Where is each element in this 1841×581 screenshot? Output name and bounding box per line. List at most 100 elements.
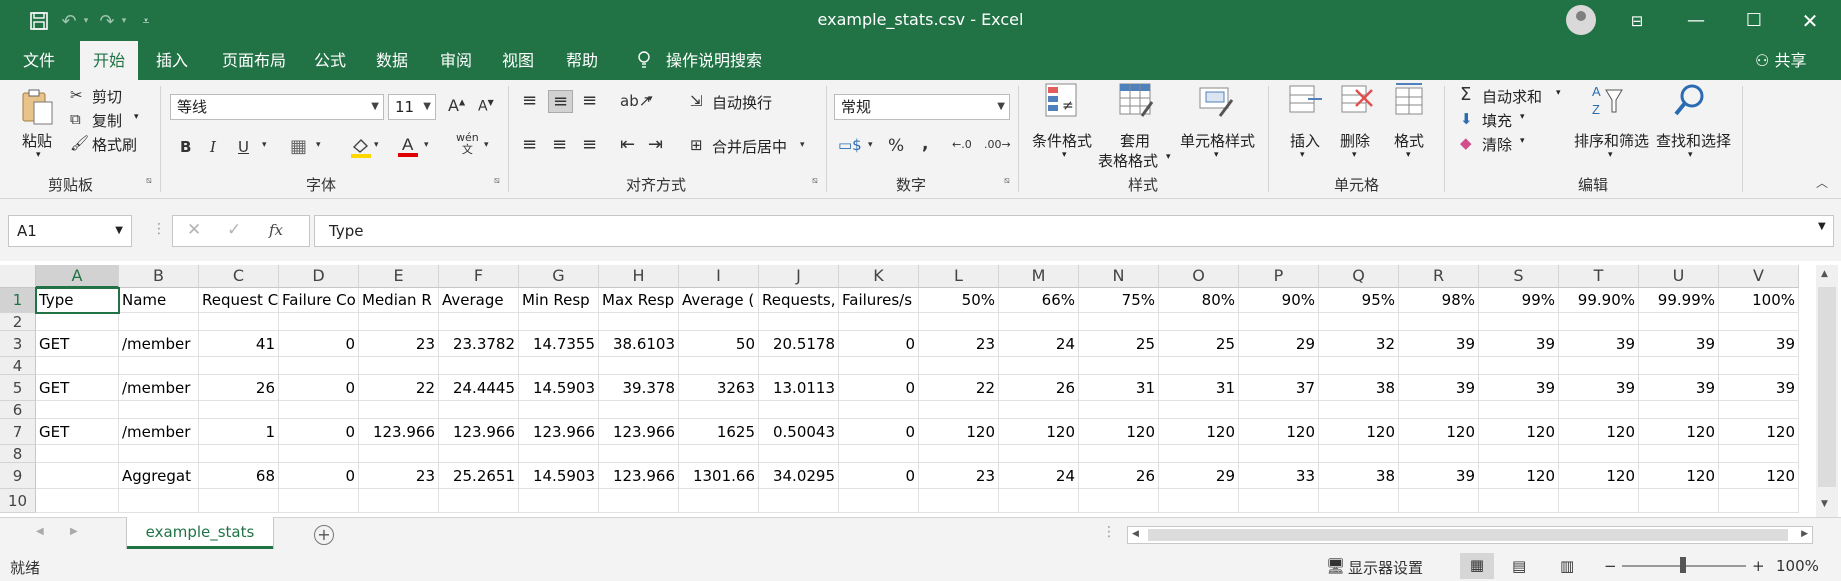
- cell-d5[interactable]: 0: [279, 375, 359, 401]
- find-select-dropdown-icon[interactable]: ▾: [1688, 150, 1693, 160]
- cell-n6[interactable]: [1079, 401, 1159, 419]
- format-as-table-icon[interactable]: [1118, 82, 1154, 120]
- cell-j2[interactable]: [759, 313, 839, 331]
- cell-a9[interactable]: [36, 463, 119, 489]
- find-select-icon[interactable]: [1672, 82, 1708, 120]
- column-header-t[interactable]: T: [1559, 265, 1639, 288]
- cell-b7[interactable]: /member: [119, 419, 199, 445]
- underline-icon[interactable]: U: [238, 138, 249, 156]
- cell-l4[interactable]: [919, 357, 999, 375]
- cell-o1[interactable]: 80%: [1159, 288, 1239, 313]
- bold-icon[interactable]: B: [180, 138, 191, 156]
- cell-m6[interactable]: [999, 401, 1079, 419]
- cell-g4[interactable]: [519, 357, 599, 375]
- worksheet-grid[interactable]: ABCDEFGHIJKLMNOPQRSTUV 1 2 3 4 5 6 7 8 9 10 Type N…: [0, 261, 1841, 517]
- cell-o8[interactable]: [1159, 445, 1239, 463]
- cell-d2[interactable]: [279, 313, 359, 331]
- cell-a6[interactable]: [36, 401, 119, 419]
- fill-button[interactable]: 填充: [1482, 110, 1512, 131]
- display-settings-button[interactable]: 显示器设置: [1348, 557, 1423, 578]
- cell-a5[interactable]: GET: [36, 375, 119, 401]
- prev-sheet-icon[interactable]: ◀: [36, 526, 44, 537]
- column-header-g[interactable]: G: [519, 265, 599, 288]
- cell-v2[interactable]: [1719, 313, 1799, 331]
- insert-dropdown-icon[interactable]: ▾: [1300, 150, 1305, 160]
- tab-data[interactable]: 数据: [370, 41, 414, 80]
- cell-k2[interactable]: [839, 313, 919, 331]
- cell-b3[interactable]: /member: [119, 331, 199, 357]
- cell-styles-icon[interactable]: [1198, 82, 1234, 120]
- copy-dropdown-icon[interactable]: ▾: [134, 112, 139, 122]
- cell-a3[interactable]: GET: [36, 331, 119, 357]
- cell-m5[interactable]: 26: [999, 375, 1079, 401]
- cell-d6[interactable]: [279, 401, 359, 419]
- cell-m1[interactable]: 66%: [999, 288, 1079, 313]
- enter-icon[interactable]: ✓: [227, 220, 241, 240]
- cell-p9[interactable]: 33: [1239, 463, 1319, 489]
- cell-j6[interactable]: [759, 401, 839, 419]
- horizontal-scroll-thumb[interactable]: [1148, 529, 1788, 541]
- clear-dropdown-icon[interactable]: ▾: [1520, 136, 1525, 146]
- column-header-b[interactable]: B: [119, 265, 199, 288]
- cell-f3[interactable]: 23.3782: [439, 331, 519, 357]
- decrease-indent-icon[interactable]: ⇤: [620, 134, 635, 155]
- row-header-8[interactable]: 8: [0, 445, 36, 463]
- cell-n1[interactable]: 75%: [1079, 288, 1159, 313]
- cell-p6[interactable]: [1239, 401, 1319, 419]
- cell-h10[interactable]: [599, 489, 679, 513]
- cell-r3[interactable]: 39: [1399, 331, 1479, 357]
- cell-v10[interactable]: [1719, 489, 1799, 513]
- column-header-r[interactable]: R: [1399, 265, 1479, 288]
- cell-q3[interactable]: 32: [1319, 331, 1399, 357]
- cell-s2[interactable]: [1479, 313, 1559, 331]
- zoom-slider-thumb[interactable]: [1680, 557, 1686, 573]
- format-as-table-line1[interactable]: 套用: [1120, 130, 1150, 151]
- cell-j5[interactable]: 13.0113: [759, 375, 839, 401]
- select-all-button[interactable]: [0, 265, 36, 288]
- fill-dropdown-icon[interactable]: ▾: [1520, 112, 1525, 122]
- borders-dropdown-icon[interactable]: ▾: [316, 140, 321, 150]
- cell-l3[interactable]: 23: [919, 331, 999, 357]
- cell-f4[interactable]: [439, 357, 519, 375]
- cell-q9[interactable]: 38: [1319, 463, 1399, 489]
- cell-h4[interactable]: [599, 357, 679, 375]
- alignment-launcher-icon[interactable]: ⧅: [812, 176, 818, 186]
- cell-o5[interactable]: 31: [1159, 375, 1239, 401]
- maximize-icon[interactable]: ☐: [1734, 6, 1774, 36]
- cell-q4[interactable]: [1319, 357, 1399, 375]
- row-header-9[interactable]: 9: [0, 463, 36, 489]
- cell-j7[interactable]: 0.50043: [759, 419, 839, 445]
- cell-u9[interactable]: 120: [1639, 463, 1719, 489]
- cell-e6[interactable]: [359, 401, 439, 419]
- cell-q2[interactable]: [1319, 313, 1399, 331]
- row-header-1[interactable]: 1: [0, 288, 36, 313]
- cell-e8[interactable]: [359, 445, 439, 463]
- tell-me-search[interactable]: 操作说明搜索: [666, 41, 762, 80]
- cell-d1[interactable]: Failure Co: [279, 288, 359, 313]
- cell-f10[interactable]: [439, 489, 519, 513]
- delete-button[interactable]: 删除: [1340, 130, 1370, 151]
- cell-u6[interactable]: [1639, 401, 1719, 419]
- copy-button[interactable]: 复制: [92, 110, 122, 131]
- format-as-table-dropdown-icon[interactable]: ▾: [1166, 152, 1171, 162]
- cell-d7[interactable]: 0: [279, 419, 359, 445]
- cell-l7[interactable]: 120: [919, 419, 999, 445]
- cell-c4[interactable]: [199, 357, 279, 375]
- column-header-s[interactable]: S: [1479, 265, 1559, 288]
- cell-j9[interactable]: 34.0295: [759, 463, 839, 489]
- cell-e7[interactable]: 123.966: [359, 419, 439, 445]
- cell-e10[interactable]: [359, 489, 439, 513]
- cell-u8[interactable]: [1639, 445, 1719, 463]
- autosum-icon[interactable]: Σ: [1460, 84, 1471, 105]
- cell-f1[interactable]: Average: [439, 288, 519, 313]
- cell-e9[interactable]: 23: [359, 463, 439, 489]
- cell-g9[interactable]: 14.5903: [519, 463, 599, 489]
- cell-c7[interactable]: 1: [199, 419, 279, 445]
- cell-o6[interactable]: [1159, 401, 1239, 419]
- cell-a8[interactable]: [36, 445, 119, 463]
- column-header-i[interactable]: I: [679, 265, 759, 288]
- cell-r10[interactable]: [1399, 489, 1479, 513]
- cell-i10[interactable]: [679, 489, 759, 513]
- page-layout-view-icon[interactable]: ▤: [1512, 557, 1526, 575]
- column-header-j[interactable]: J: [759, 265, 839, 288]
